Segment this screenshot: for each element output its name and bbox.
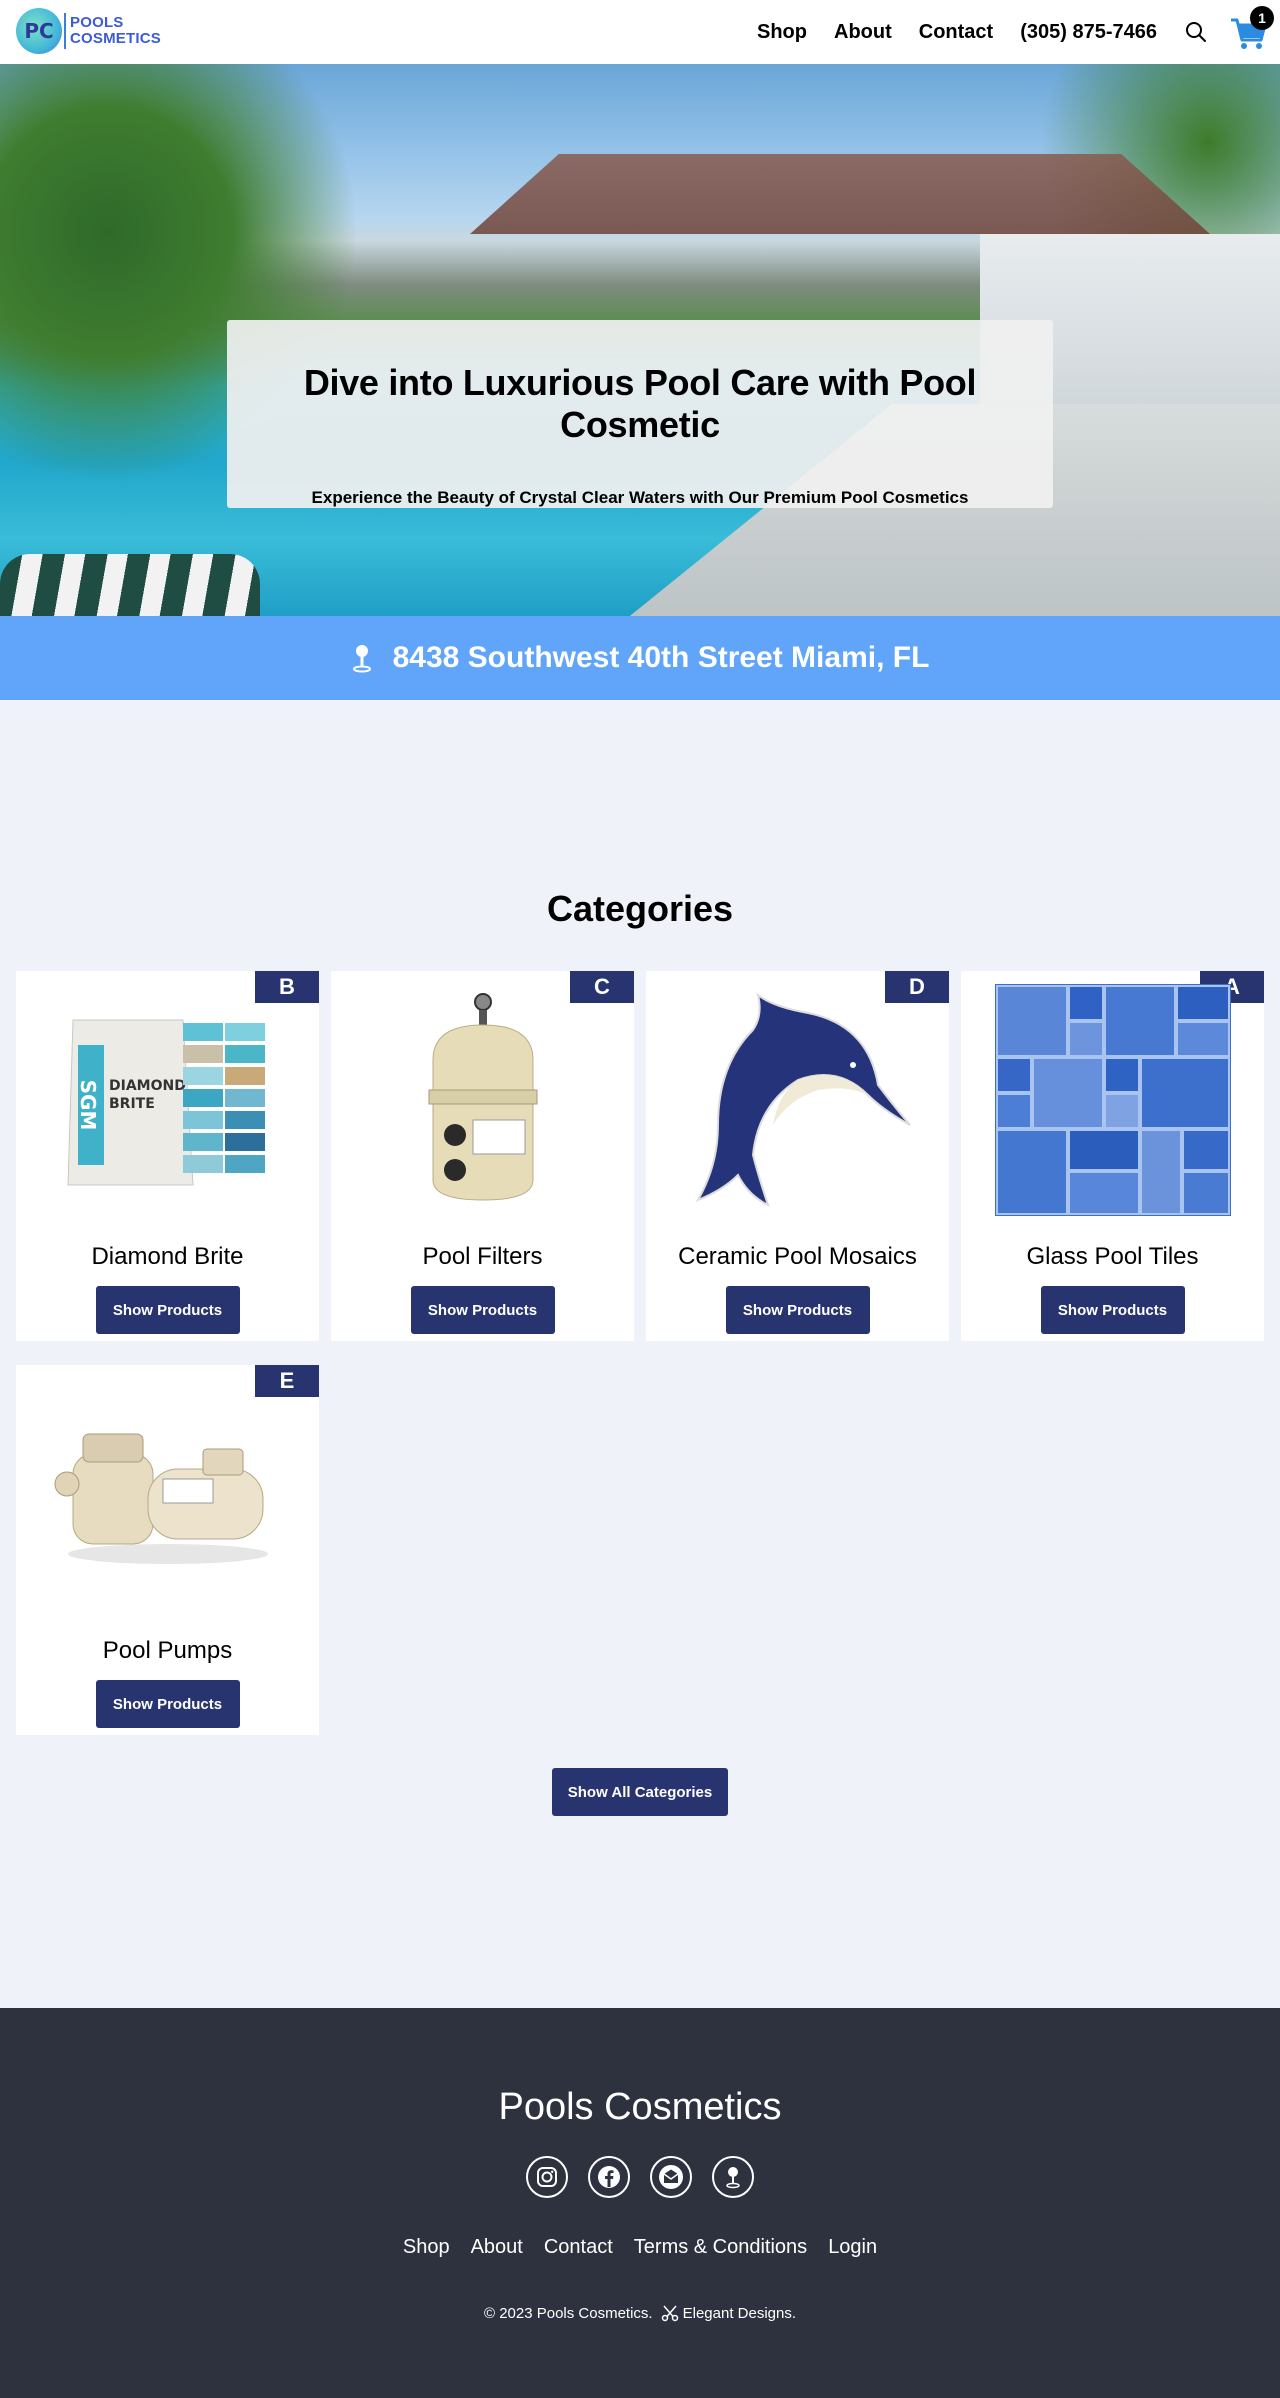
copyright: © 2023 Pools Cosmetics. Elegant Designs. xyxy=(0,2304,1280,2322)
category-name: Pool Pumps xyxy=(102,1637,233,1664)
category-name: Glass Pool Tiles xyxy=(1026,1243,1199,1270)
svg-text:BRITE: BRITE xyxy=(109,1096,155,1112)
address-bar[interactable]: 8438 Southwest 40th Street Miami, FL xyxy=(0,616,1280,700)
cart-count-badge: 1 xyxy=(1250,6,1274,30)
show-products-button[interactable]: Show Products xyxy=(95,1680,240,1728)
category-name: Pool Filters xyxy=(422,1243,543,1270)
svg-text:DIAMOND: DIAMOND xyxy=(109,1078,186,1094)
category-card-pool-filters[interactable]: C Pool Filters Show Products xyxy=(331,971,634,1341)
show-products-button[interactable]: Show Products xyxy=(1040,1286,1185,1334)
show-all-categories-button[interactable]: Show All Categories xyxy=(552,1768,728,1816)
instagram-icon[interactable] xyxy=(526,2156,568,2198)
map-pin-icon xyxy=(352,645,371,673)
footer-link-login[interactable]: Login xyxy=(828,2236,877,2259)
show-products-button[interactable]: Show Products xyxy=(95,1286,240,1334)
phone-link[interactable]: (305) 875-7466 xyxy=(1020,21,1157,44)
logo[interactable]: PC POOLS COSMETICS xyxy=(16,8,161,54)
categories-heading: Categories xyxy=(546,888,734,929)
glass-tiles-image xyxy=(993,984,1233,1216)
footer-link-terms[interactable]: Terms & Conditions xyxy=(634,2236,807,2259)
category-card-diamond-brite[interactable]: B SGM DIAMOND BRITE Diamond Brite Show P… xyxy=(16,971,319,1341)
nav-shop[interactable]: Shop xyxy=(757,21,807,44)
search-icon[interactable] xyxy=(1184,20,1208,44)
header: PC POOLS COSMETICS Shop About Contact (3… xyxy=(0,0,1280,64)
hero-card: Dive into Luxurious Pool Care with Pool … xyxy=(227,320,1053,508)
footer-brand: Pools Cosmetics xyxy=(498,2086,782,2128)
dolphin-mosaic-image xyxy=(678,992,918,1207)
category-name: Ceramic Pool Mosaics xyxy=(678,1243,917,1270)
facebook-icon[interactable] xyxy=(588,2156,630,2198)
footer-link-contact[interactable]: Contact xyxy=(544,2236,613,2259)
category-card-pool-pumps[interactable]: E Pool Pumps Show Products xyxy=(16,1365,319,1735)
category-card-glass-pool-tiles[interactable]: A Glass Pool Tiles Show Products xyxy=(961,971,1264,1341)
hero-towel xyxy=(0,554,260,616)
credit-link[interactable]: Elegant Designs. xyxy=(683,2305,796,2322)
social-links xyxy=(0,2156,1280,2198)
nav-contact[interactable]: Contact xyxy=(919,21,993,44)
logo-divider xyxy=(64,13,66,49)
nav-about[interactable]: About xyxy=(834,21,892,44)
footer-nav: Shop About Contact Terms & Conditions Lo… xyxy=(0,2236,1280,2259)
hero-banner: Dive into Luxurious Pool Care with Pool … xyxy=(0,64,1280,616)
svg-text:SGM: SGM xyxy=(76,1080,100,1131)
category-name: Diamond Brite xyxy=(91,1243,244,1270)
logo-text-line2: COSMETICS xyxy=(70,30,161,47)
category-card-ceramic-pool-mosaics[interactable]: D Ceramic Pool Mosaics Show Products xyxy=(646,971,949,1341)
logo-monogram: PC xyxy=(16,8,62,54)
cart-icon[interactable]: 1 xyxy=(1228,6,1274,52)
hero-subtitle: Experience the Beauty of Crystal Clear W… xyxy=(311,488,969,507)
hero-roof xyxy=(470,154,1210,234)
footer-link-shop[interactable]: Shop xyxy=(403,2236,450,2259)
footer-link-about[interactable]: About xyxy=(471,2236,523,2259)
show-products-button[interactable]: Show Products xyxy=(410,1286,555,1334)
email-icon[interactable] xyxy=(650,2156,692,2198)
main-nav: Shop About Contact (305) 875-7466 1 xyxy=(757,0,1280,64)
footer: Pools Cosmetics Shop About Contact Terms… xyxy=(0,2008,1280,2398)
logo-text: POOLS COSMETICS xyxy=(70,15,161,47)
copyright-text: © 2023 Pools Cosmetics. xyxy=(483,2304,653,2322)
show-products-button[interactable]: Show Products xyxy=(725,1286,870,1334)
scissors-icon xyxy=(661,2305,678,2322)
pool-pump-image xyxy=(48,1389,288,1599)
logo-text-line1: POOLS xyxy=(70,14,124,31)
address-text: 8438 Southwest 40th Street Miami, FL xyxy=(392,641,930,674)
pool-filter-image xyxy=(363,993,603,1205)
hero-title: Dive into Luxurious Pool Care with Pool … xyxy=(303,362,977,445)
location-icon[interactable] xyxy=(712,2156,754,2198)
diamond-brite-image: SGM DIAMOND BRITE xyxy=(48,995,288,1205)
